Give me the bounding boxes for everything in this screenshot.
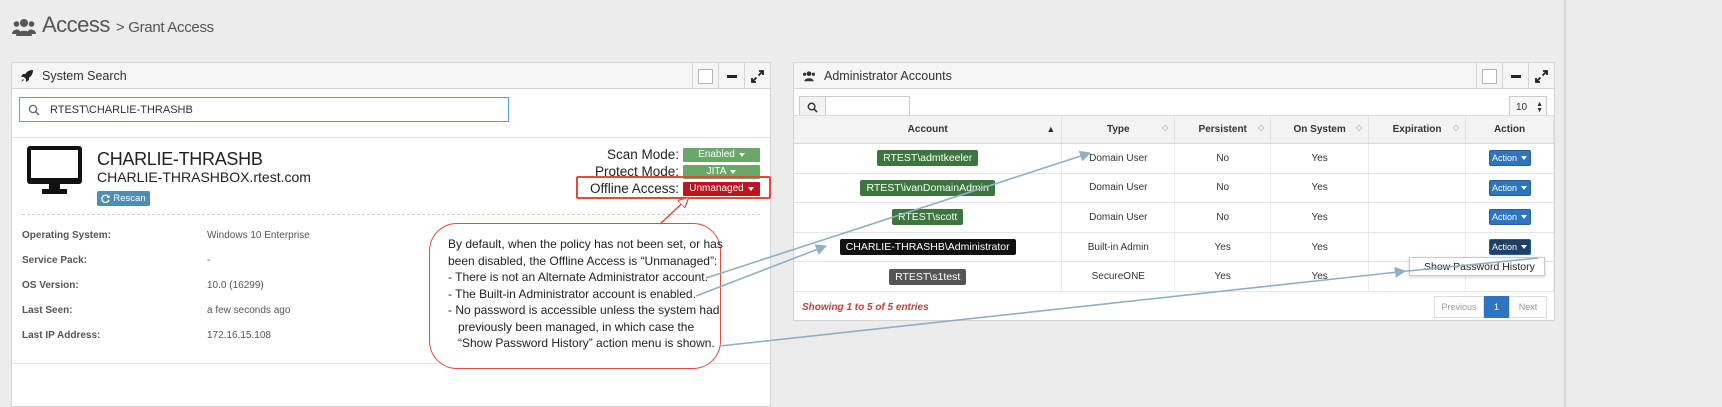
arrow-to-show-password-history-head	[1394, 266, 1407, 278]
arrow-to-builtin-admin	[695, 244, 828, 297]
callout-pointer	[659, 198, 688, 225]
arrow-to-account-type	[705, 150, 1092, 279]
annotation-arrows	[659, 150, 1539, 347]
arrow-to-show-password-history	[719, 257, 1539, 347]
